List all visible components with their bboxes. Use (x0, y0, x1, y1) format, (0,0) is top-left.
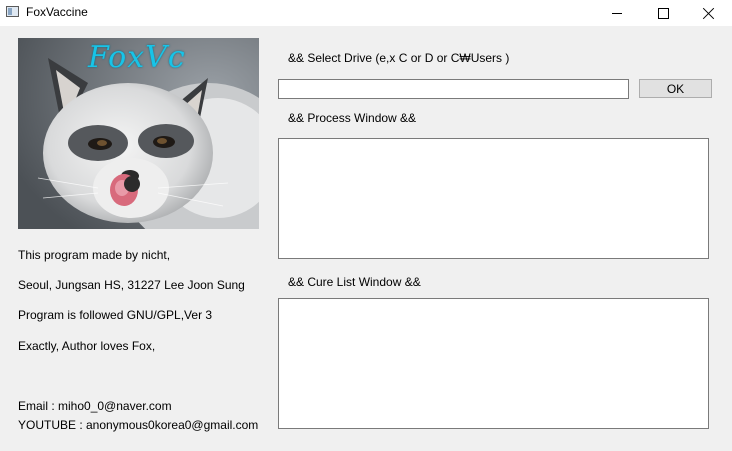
select-drive-label: && Select Drive (e,x C or D or C₩Users ) (288, 51, 510, 65)
title-bar[interactable]: FoxVaccine (0, 0, 732, 26)
youtube-line: YOUTUBE : anonymous0korea0@gmail.com (18, 418, 259, 432)
fox-photo: FoxVc (18, 38, 259, 229)
close-button[interactable] (686, 0, 732, 26)
process-window-label: && Process Window && (288, 111, 417, 125)
author-line: This program made by nicht, (18, 248, 171, 262)
school-line: Seoul, Jungsan HS, 31227 Lee Joon Sung (18, 278, 245, 292)
cure-list-textbox[interactable] (278, 298, 709, 429)
process-window-textbox[interactable] (278, 138, 709, 259)
license-line: Program is followed GNU/GPL,Ver 3 (18, 308, 213, 322)
window-title: FoxVaccine (26, 5, 88, 19)
photo-logo-text: FoxVc (88, 40, 186, 75)
minimize-button[interactable] (594, 0, 640, 26)
app-window-icon (6, 6, 19, 17)
minimize-icon (612, 12, 622, 14)
drive-path-input[interactable] (278, 79, 629, 99)
maximize-button[interactable] (640, 0, 686, 26)
email-line: Email : miho0_0@naver.com (18, 399, 172, 413)
cure-list-label: && Cure List Window && (288, 275, 421, 289)
close-icon (703, 7, 715, 19)
maximize-icon (657, 7, 669, 19)
fox-line: Exactly, Author loves Fox, (18, 339, 156, 353)
ok-button[interactable]: OK (639, 79, 712, 98)
